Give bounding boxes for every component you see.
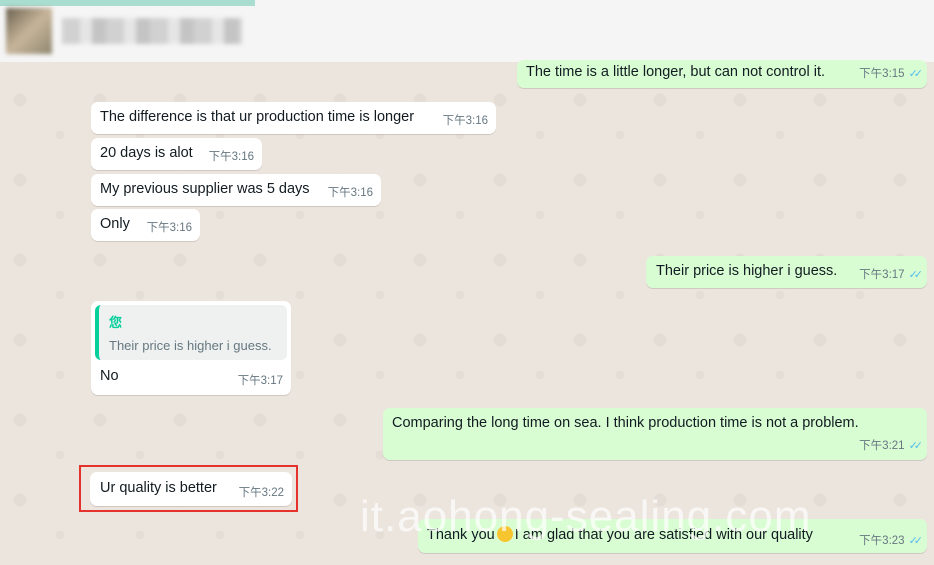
quoted-message[interactable]: 您 Their price is higher i guess. <box>95 305 287 360</box>
message-bubble-incoming[interactable]: The difference is that ur production tim… <box>91 102 496 134</box>
highlight-box <box>79 465 298 512</box>
message-time: 下午3:23 <box>859 535 905 547</box>
message-bubble-outgoing[interactable]: Comparing the long time on sea. I think … <box>383 408 927 460</box>
message-text: The time is a little longer, but can not… <box>526 64 826 80</box>
message-bubble-incoming[interactable]: My previous supplier was 5 days 下午3:16 <box>91 174 381 206</box>
quoted-author: 您 <box>109 315 123 330</box>
header-accent-bar <box>0 0 255 6</box>
message-bubble-outgoing[interactable]: Their price is higher i guess. 下午3:17 ✓✓ <box>646 256 927 288</box>
contact-name-blurred[interactable] <box>62 18 242 44</box>
message-meta: 下午3:23 ✓✓ <box>859 532 924 551</box>
message-time: 下午3:17 <box>859 269 905 281</box>
message-meta: 下午3:21 ✓✓ <box>859 437 924 456</box>
quoted-text: Their price is higher i guess. <box>109 338 272 353</box>
read-receipt-icon: ✓✓ <box>908 68 924 80</box>
message-text: Only <box>100 216 130 232</box>
message-meta: 下午3:16 <box>147 219 192 238</box>
read-receipt-icon: ✓✓ <box>908 440 924 452</box>
message-text: 20 days is alot <box>100 145 193 161</box>
message-bubble-incoming-reply[interactable]: 您 Their price is higher i guess. No 下午3:… <box>91 301 291 395</box>
message-time: 下午3:16 <box>442 115 488 127</box>
message-text: My previous supplier was 5 days <box>100 181 310 197</box>
read-receipt-icon: ✓✓ <box>908 535 924 547</box>
message-text: The difference is that ur production tim… <box>100 109 415 125</box>
message-time: 下午3:15 <box>859 68 905 80</box>
watermark-text: it.aohong-sealing.com <box>360 492 812 541</box>
message-text: Their price is higher i guess. <box>656 263 838 279</box>
message-time: 下午3:16 <box>327 187 373 199</box>
message-time: 下午3:21 <box>859 440 905 452</box>
message-meta: 下午3:15 ✓✓ <box>859 65 924 84</box>
message-text: No <box>100 368 119 384</box>
message-meta: 下午3:16 <box>209 148 254 167</box>
message-meta: 下午3:17 <box>238 372 283 391</box>
read-receipt-icon: ✓✓ <box>908 269 924 281</box>
message-time: 下午3:17 <box>237 375 283 387</box>
message-bubble-incoming[interactable]: 20 days is alot 下午3:16 <box>91 138 262 170</box>
contact-avatar-blurred[interactable] <box>6 8 52 54</box>
chat-header <box>0 0 934 62</box>
message-meta: 下午3:17 ✓✓ <box>859 266 924 285</box>
message-time: 下午3:16 <box>146 222 192 234</box>
message-time: 下午3:16 <box>208 151 254 163</box>
message-bubble-incoming[interactable]: Only 下午3:16 <box>91 209 200 241</box>
message-meta: 下午3:16 <box>328 184 373 203</box>
message-meta: 下午3:16 <box>443 112 488 131</box>
message-bubble-outgoing[interactable]: The time is a little longer, but can not… <box>517 60 927 88</box>
message-text: Comparing the long time on sea. I think … <box>392 415 859 431</box>
